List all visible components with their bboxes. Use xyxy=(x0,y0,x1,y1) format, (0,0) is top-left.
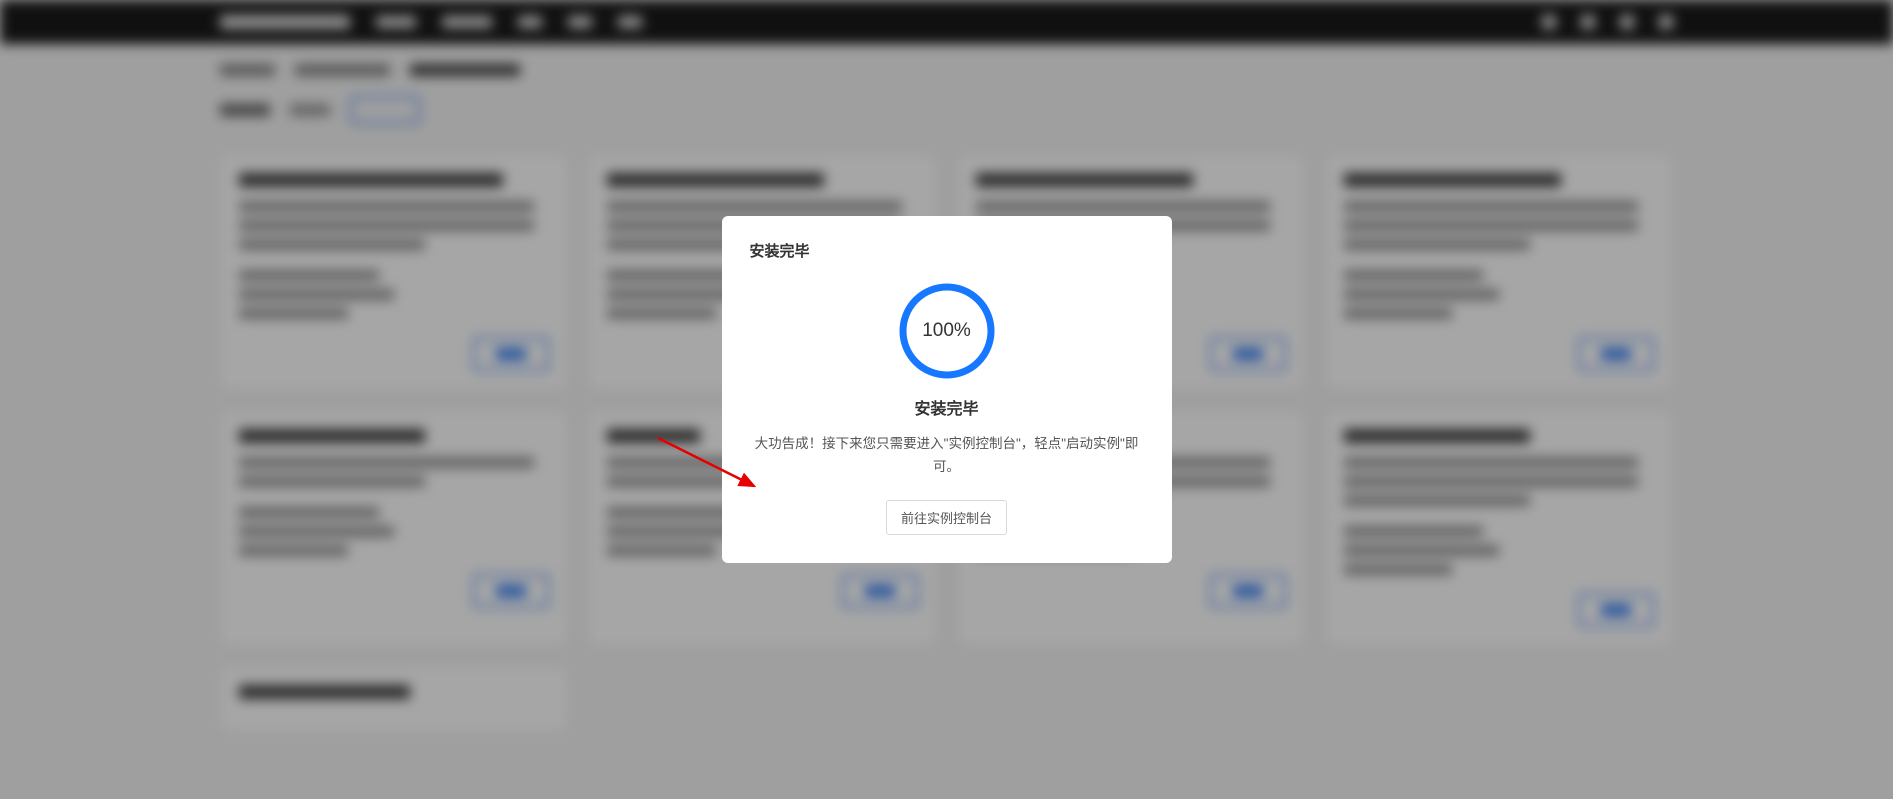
modal-heading: 安装完毕 xyxy=(914,395,978,419)
install-complete-modal: 安装完毕 100% 安装完毕 大功告成！接下来您只需要进入"实例控制台"，轻点"… xyxy=(722,216,1172,564)
progress-circle: 100% xyxy=(897,281,997,381)
modal-description: 大功告成！接下来您只需要进入"实例控制台"，轻点"启动实例"即可。 xyxy=(750,433,1144,479)
modal-title: 安装完毕 xyxy=(750,240,1144,261)
goto-console-button[interactable]: 前往实例控制台 xyxy=(886,500,1007,535)
modal-overlay[interactable]: 安装完毕 100% 安装完毕 大功告成！接下来您只需要进入"实例控制台"，轻点"… xyxy=(0,0,1893,799)
progress-value: 100% xyxy=(922,320,971,342)
